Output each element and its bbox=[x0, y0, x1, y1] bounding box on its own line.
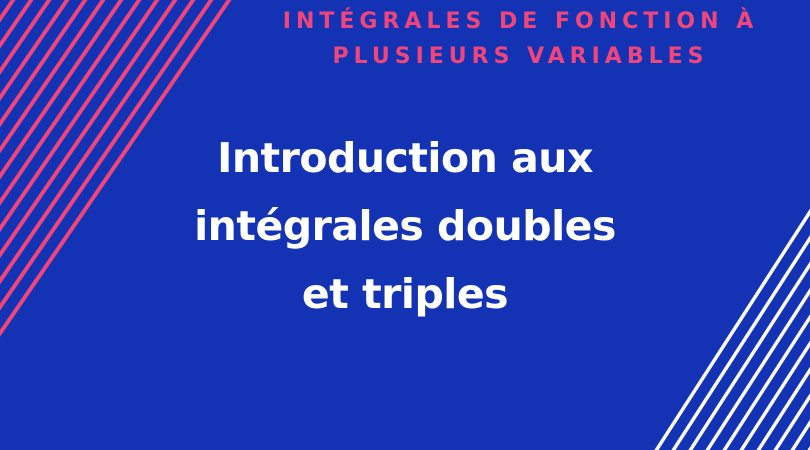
subtitle-line-2: PLUSIEURS VARIABLES bbox=[332, 44, 709, 69]
pink-stripe bbox=[0, 0, 88, 128]
white-stripes-right bbox=[654, 208, 810, 450]
pink-stripe bbox=[0, 0, 160, 233]
title-line-3: et triples bbox=[301, 270, 509, 318]
white-stripe bbox=[790, 419, 810, 450]
title-line-1: Introduction aux bbox=[217, 134, 593, 182]
slide-canvas: INTÉGRALES DE FONCTION À PLUSIEURS VARIA… bbox=[0, 0, 810, 450]
slide-title: Introduction aux intégrales doubles et t… bbox=[150, 124, 660, 328]
pink-stripe bbox=[0, 0, 52, 75]
slide-subtitle: INTÉGRALES DE FONCTION À PLUSIEURS VARIA… bbox=[258, 4, 783, 74]
white-stripe bbox=[739, 340, 810, 450]
subtitle-line-1: INTÉGRALES DE FONCTION À bbox=[282, 9, 759, 34]
title-line-2: intégrales doubles bbox=[194, 202, 616, 250]
white-stripe bbox=[671, 234, 810, 450]
white-stripe bbox=[654, 208, 810, 450]
